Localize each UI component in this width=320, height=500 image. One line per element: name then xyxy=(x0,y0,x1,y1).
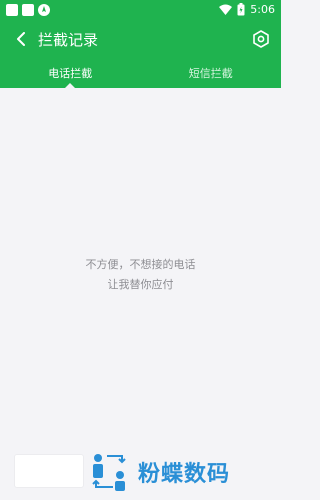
wifi-icon xyxy=(219,4,233,15)
settings-button[interactable] xyxy=(249,27,273,51)
watermark: 粉蝶数码 xyxy=(90,452,230,492)
bottom-panel xyxy=(14,454,84,488)
chevron-left-icon xyxy=(17,32,25,46)
compass-icon xyxy=(38,4,50,16)
notification-square-icon xyxy=(22,4,34,16)
back-button[interactable] xyxy=(10,28,32,50)
tab-active-indicator xyxy=(65,83,76,88)
notification-square-icon xyxy=(6,4,18,16)
tab-sms-block-label: 短信拦截 xyxy=(188,67,233,80)
status-bar: 5:06 xyxy=(0,0,281,20)
tab-call-block[interactable]: 电话拦截 xyxy=(0,58,141,88)
status-system: 5:06 xyxy=(219,3,275,16)
page-title: 拦截记录 xyxy=(38,31,99,49)
tab-bar: 电话拦截 短信拦截 xyxy=(0,58,281,88)
watermark-text: 粉蝶数码 xyxy=(138,462,231,487)
empty-state-line1: 不方便，不想接的电话 xyxy=(85,258,196,271)
status-time: 5:06 xyxy=(250,3,275,16)
status-notifications xyxy=(6,4,50,16)
empty-state-line2: 让我替你应付 xyxy=(107,278,174,291)
tab-sms-block[interactable]: 短信拦截 xyxy=(141,58,282,88)
empty-state: 不方便，不想接的电话 让我替你应付 xyxy=(0,255,281,295)
watermark-logo-icon xyxy=(92,454,126,491)
battery-icon xyxy=(237,3,245,16)
tab-call-block-label: 电话拦截 xyxy=(48,67,93,80)
toolbar: 拦截记录 xyxy=(0,20,281,58)
gear-icon xyxy=(253,30,269,48)
